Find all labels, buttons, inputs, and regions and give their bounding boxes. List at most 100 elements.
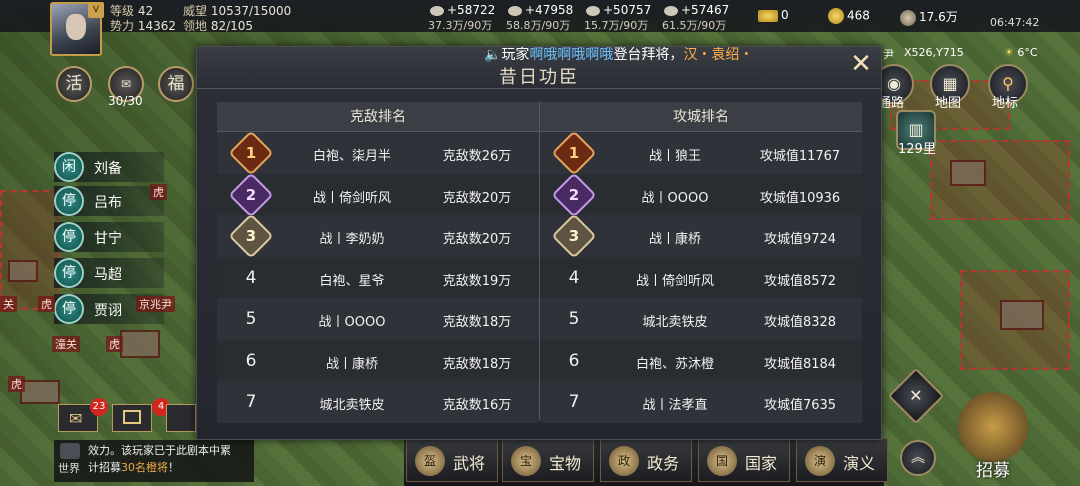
- ranking-row[interactable]: 6 战丨康桥 克敌数18万: [217, 339, 539, 381]
- ranking-row[interactable]: 7 战丨法孝直 攻城值7635: [540, 381, 862, 423]
- region-suffix: 尹: [883, 48, 894, 61]
- skill-button[interactable]: ✕: [887, 367, 945, 425]
- map-building: [20, 380, 60, 404]
- general-helmet-icon: 盔: [415, 446, 445, 476]
- scroll-icon: [123, 410, 141, 424]
- map-city-tag[interactable]: 虎: [8, 376, 25, 392]
- nav-treasure-button[interactable]: 宝宝物: [502, 438, 594, 482]
- ingot-currency[interactable]: 0: [758, 8, 789, 22]
- activity-button[interactable]: 活: [56, 66, 92, 102]
- nav-affairs-button[interactable]: 政政务: [600, 438, 692, 482]
- territory-stat: 领地 82/105: [183, 19, 254, 33]
- chat-line: 效力。该玩家已于此剧本中累: [88, 444, 231, 457]
- story-icon: 演: [805, 446, 835, 476]
- player-name: 城北卖铁皮: [642, 315, 708, 330]
- nav-generals-button[interactable]: 盔武将: [406, 438, 498, 482]
- rank-number: 7: [245, 392, 257, 412]
- map-city-tag[interactable]: 虎: [38, 296, 55, 312]
- ranking-row[interactable]: 7 城北卖铁皮 克敌数16万: [217, 381, 539, 423]
- player-name: 战丨倚剑听风: [312, 190, 391, 206]
- general-row[interactable]: 停甘宁: [54, 222, 164, 252]
- ingot-icon: [758, 9, 778, 22]
- weather: ☀ 6°C: [1004, 46, 1038, 59]
- chat-bubble-icon: [60, 443, 80, 459]
- ranking-value: 克敌数16万: [442, 398, 512, 413]
- general-row[interactable]: 闲刘备: [54, 152, 164, 182]
- dialog-title: 昔日功臣: [499, 67, 579, 88]
- general-row[interactable]: 停马超: [54, 258, 164, 288]
- avatar-face: [66, 14, 86, 40]
- map-city-tag[interactable]: 潼关: [52, 336, 80, 352]
- scroll-icon: ✉: [120, 77, 132, 91]
- resource-wood[interactable]: +58722 37.3万/90万: [428, 3, 495, 32]
- recruit-button[interactable]: 招募: [946, 392, 1036, 482]
- ranking-value: 攻城值8572: [763, 273, 837, 289]
- iron-icon: [508, 5, 522, 16]
- mail-badge: 23: [90, 398, 108, 416]
- ranking-row[interactable]: 2 战丨倚剑听风 克敌数20万: [217, 171, 539, 218]
- nav-nation-button[interactable]: 国国家: [698, 438, 790, 482]
- general-name: 贾诩: [94, 303, 122, 319]
- copper-currency[interactable]: 17.6万: [900, 8, 958, 26]
- kill-ranking-header: 克敌排名: [217, 102, 539, 132]
- ranking-row[interactable]: 2 战丨OOOO 攻城值10936: [540, 171, 862, 218]
- ranking-row[interactable]: 3 战丨李奶奶 克敌数20万: [217, 213, 539, 259]
- close-button[interactable]: ✕: [847, 51, 875, 79]
- ranking-row[interactable]: 5 战丨OOOO 克敌数18万: [217, 298, 539, 340]
- map-city-tag[interactable]: 京兆尹: [136, 296, 175, 312]
- ranking-row[interactable]: 1 白袍、柒月半 克敌数26万: [217, 130, 539, 176]
- rank-medal-icon: 1: [228, 130, 274, 176]
- ranking-row[interactable]: 5 城北卖铁皮 攻城值8328: [540, 298, 862, 340]
- map-city-tag[interactable]: 虎: [106, 336, 123, 352]
- collapse-button[interactable]: ︽: [900, 440, 936, 476]
- ranking-row[interactable]: 3 战丨康桥 攻城值9724: [540, 213, 862, 259]
- player-name: 战丨OOOO: [318, 315, 386, 330]
- stone-icon: [586, 5, 600, 16]
- warrior-icon: [958, 392, 1028, 462]
- map-city-tag[interactable]: 虎: [150, 184, 167, 200]
- speaker-icon: 🔈: [484, 47, 502, 63]
- vip-badge: V: [88, 2, 104, 18]
- ranking-value: 攻城值8184: [763, 356, 837, 372]
- ranking-value: 攻城值10936: [759, 190, 841, 206]
- general-name: 甘宁: [94, 231, 122, 247]
- sun-icon: ☀: [1004, 46, 1018, 59]
- ranking-row[interactable]: 1 战丨狼王 攻城值11767: [540, 130, 862, 176]
- coordinates[interactable]: X526,Y715: [904, 46, 964, 59]
- general-status-badge: 停: [54, 258, 84, 288]
- rank-number: 5: [245, 309, 257, 329]
- map-building: [950, 160, 986, 186]
- rank-number: 6: [568, 350, 580, 371]
- grain-icon: [664, 5, 678, 16]
- gold-currency[interactable]: 468: [828, 8, 870, 24]
- map-icon: ▦: [942, 74, 958, 93]
- fortune-button[interactable]: 福: [158, 66, 194, 102]
- chat-panel[interactable]: 世界 效力。该玩家已于此剧本中累 计招募30名橙将！: [54, 440, 254, 482]
- ranking-value: 攻城值7635: [763, 398, 837, 413]
- resource-iron[interactable]: +47958 58.8万/90万: [506, 3, 573, 32]
- scroll-button[interactable]: [112, 404, 152, 432]
- rank-number: 4: [245, 267, 257, 288]
- player-name: 战丨康桥: [325, 356, 378, 372]
- wood-icon: [430, 5, 444, 16]
- general-status-badge: 停: [54, 186, 84, 216]
- resource-grain[interactable]: +57467 61.5万/90万: [662, 3, 729, 32]
- rank-medal-icon: 3: [551, 213, 597, 259]
- ranking-value: 克敌数18万: [442, 356, 512, 372]
- gold-coin-icon: [828, 8, 844, 24]
- ranking-row[interactable]: 6 白袍、苏沐橙 攻城值8184: [540, 339, 862, 381]
- general-row[interactable]: 停吕布: [54, 186, 164, 216]
- player-name: 战丨康桥: [648, 232, 701, 247]
- nav-story-button[interactable]: 演演义: [796, 438, 888, 482]
- more-button[interactable]: [166, 404, 196, 432]
- map-city-tag[interactable]: 关: [0, 296, 17, 312]
- ranking-row[interactable]: 4 战丨倚剑听风 攻城值8572: [540, 256, 862, 298]
- ranking-row[interactable]: 4 白袍、星爷 克敌数19万: [217, 256, 539, 298]
- treasure-icon: 宝: [511, 446, 541, 476]
- ranking-dialog: 昔日功臣 ✕ 克敌排名 1 白袍、柒月半 克敌数26万 2 战丨倚剑听风 克敌数20万 3 战…: [196, 46, 882, 440]
- clock: 06:47:42: [990, 16, 1040, 29]
- player-name: 战丨狼王: [648, 149, 701, 164]
- resource-stone[interactable]: +50757 15.7万/90万: [584, 3, 651, 32]
- affairs-icon: 政: [609, 446, 639, 476]
- chat-channel: 世界: [58, 462, 80, 475]
